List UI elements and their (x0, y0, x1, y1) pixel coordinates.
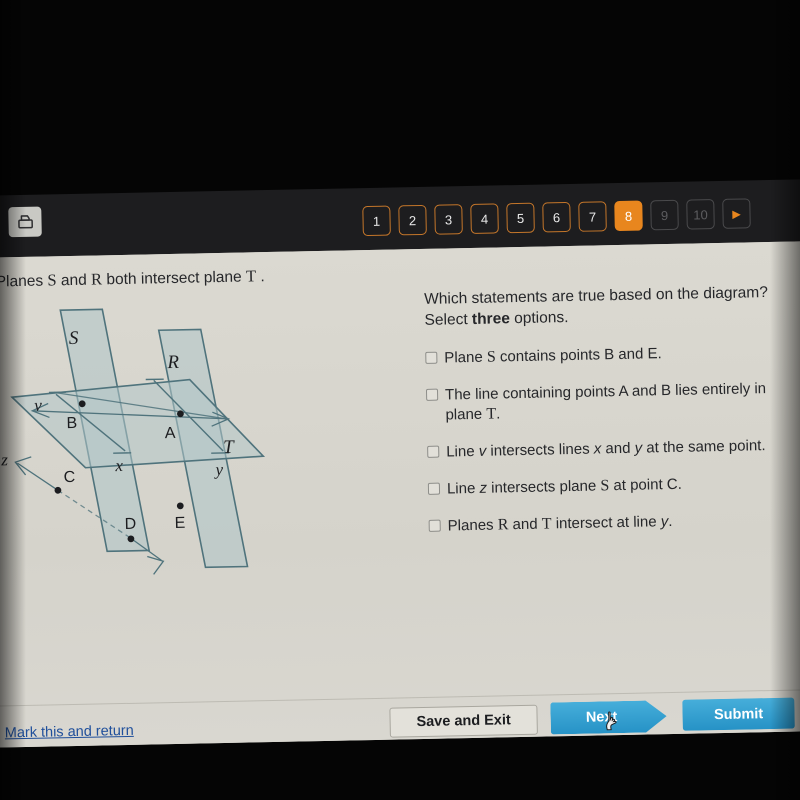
line-v-label: v (34, 396, 42, 415)
screen-photo: 1 2 3 4 5 6 7 8 9 10 ▶ Planes S and R bo… (0, 0, 800, 800)
print-button[interactable] (8, 206, 42, 238)
choice-option-2[interactable]: The line containing points A and B lies … (425, 378, 799, 425)
pager-page-8[interactable]: 8 (614, 200, 643, 232)
choice-3-part-6: at the same point. (641, 437, 766, 457)
choice-option-4[interactable]: Line z intersects plane S at point C. (427, 472, 800, 500)
choice-1-label: Plane S contains points B and E. (444, 344, 662, 368)
checkbox-choice-5[interactable] (428, 519, 441, 532)
checkbox-choice-4[interactable] (427, 482, 441, 495)
choice-4-part-4: at point C. (609, 475, 682, 495)
pager-page-2[interactable]: 2 (398, 204, 427, 236)
choice-5-part-4: intersect at line (551, 513, 661, 533)
question-pager[interactable]: 1 2 3 4 5 6 7 8 9 10 ▶ (362, 198, 751, 237)
plane-s-label: S (69, 328, 79, 349)
choice-5-label: Planes R and T intersect at line y. (448, 512, 673, 537)
prompt-text-before: Planes (0, 272, 48, 291)
screen-content: 1 2 3 4 5 6 7 8 9 10 ▶ Planes S and R bo… (0, 178, 800, 748)
choice-5-part-3: T (541, 515, 552, 533)
point-c-label: C (64, 469, 76, 486)
choice-4-part-2: intersects plane (486, 477, 601, 497)
choice-2-label: The line containing points A and B lies … (445, 378, 799, 425)
choice-option-5[interactable]: Planes R and T intersect at line y. (428, 509, 800, 537)
choice-2-part-2: . (495, 405, 501, 423)
prompt-plane-s: S (47, 270, 57, 290)
point-e-label: E (174, 515, 185, 532)
choice-5-part-1: R (497, 516, 509, 534)
select-count: three (471, 310, 511, 328)
choice-3-part-4: and (601, 439, 635, 458)
line-x-label: x (114, 456, 123, 475)
choice-1-part-2: contains points B and E. (495, 345, 662, 366)
submit-button[interactable]: Submit (682, 697, 795, 731)
checkbox-choice-1[interactable] (425, 351, 438, 364)
select-text-before: Select (424, 310, 473, 329)
pager-page-7[interactable]: 7 (578, 201, 607, 232)
point-b-label: B (66, 415, 77, 432)
line-z-label: z (0, 450, 8, 469)
pager-page-3[interactable]: 3 (434, 204, 463, 235)
point-c-dot (54, 486, 62, 494)
choice-option-3[interactable]: Line v intersects lines x and y at the s… (427, 435, 799, 462)
line-z-visible-upper (17, 462, 59, 491)
choice-2-part-1: T (486, 405, 497, 423)
pager-page-6[interactable]: 6 (542, 201, 571, 233)
question-panel: Which statements are true based on the d… (424, 281, 800, 553)
save-and-exit-button[interactable]: Save and Exit (389, 704, 538, 738)
plane-r-label: R (166, 352, 179, 373)
question-sheet: Planes S and R both intersect plane T . (0, 240, 800, 748)
prompt-period: . (255, 268, 265, 286)
choice-3-label: Line v intersects lines x and y at the s… (446, 436, 766, 462)
prompt-text-after: both intersect plane (101, 268, 247, 289)
choice-3-part-2: intersects lines (486, 440, 594, 460)
question-stem: Which statements are true based on the d… (424, 281, 797, 330)
prompt-text-mid: and (56, 271, 92, 290)
choice-3-part-0: Line (446, 442, 479, 461)
mark-this-and-return-link[interactable]: Mark this and return (5, 723, 134, 742)
point-e-dot (176, 502, 184, 510)
prompt-plane-r: R (90, 269, 103, 289)
choice-4-label: Line z intersects plane S at point C. (447, 475, 682, 500)
checkbox-choice-3[interactable] (427, 445, 440, 458)
printer-icon (16, 213, 34, 230)
plane-t-label: T (223, 437, 235, 458)
pager-page-4[interactable]: 4 (470, 203, 499, 234)
pager-page-1[interactable]: 1 (362, 205, 391, 237)
checkbox-choice-2[interactable] (425, 388, 439, 401)
choice-5-part-2: and (508, 515, 542, 534)
pager-next-arrow-icon[interactable]: ▶ (722, 198, 751, 229)
pager-page-5[interactable]: 5 (506, 202, 535, 234)
line-z-arrow-lower (147, 555, 165, 575)
line-z-arrow-upper (14, 456, 32, 476)
choice-1-part-0: Plane (444, 348, 488, 367)
choice-5-part-0: Planes (447, 516, 498, 535)
choice-4-part-0: Line (446, 479, 480, 498)
point-a-label: A (165, 425, 176, 442)
footer-divider (0, 688, 800, 707)
pager-page-9: 9 (650, 199, 679, 231)
choice-5-part-6: . (668, 512, 673, 531)
line-y-label: y (213, 460, 223, 479)
pager-page-10: 10 (686, 199, 715, 230)
hand-pointer-cursor (604, 711, 620, 731)
select-text-after: options. (509, 309, 569, 328)
point-d-label: D (124, 516, 136, 533)
choice-option-1[interactable]: Plane S contains points B and E. (425, 341, 797, 368)
prompt-line: Planes S and R both intersect plane T . (0, 266, 265, 291)
planes-diagram-svg: S R T v x y z B A C D E (0, 308, 266, 575)
geometry-figure: S R T v x y z B A C D E (0, 300, 298, 606)
